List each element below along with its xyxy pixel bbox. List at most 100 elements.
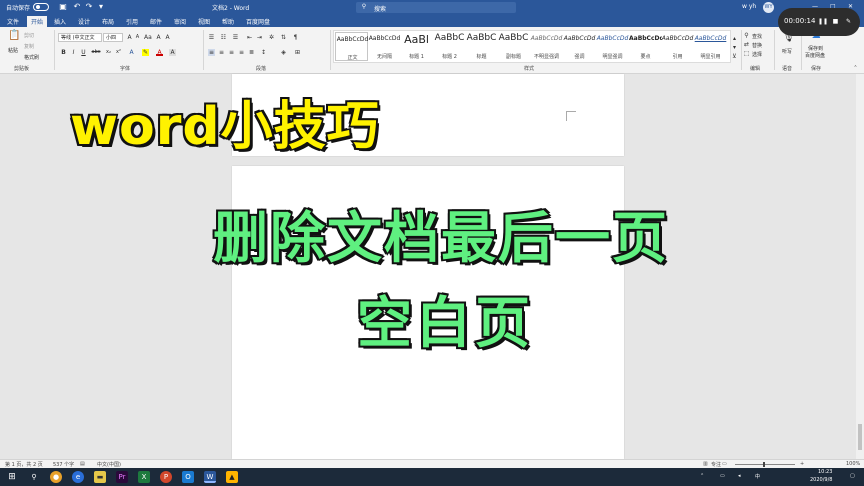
collapse-ribbon-icon[interactable]: ⌃	[852, 65, 859, 72]
undo-icon[interactable]: ↶	[72, 2, 82, 12]
style-no-spacing[interactable]: AaBbCcDd 无间隔	[368, 32, 401, 61]
tab-help[interactable]: 帮助	[222, 17, 234, 26]
edge-icon[interactable]: e	[72, 471, 84, 483]
chinese-layout-icon[interactable]: ✲	[268, 34, 275, 41]
app-icon[interactable]: ▲	[226, 471, 238, 483]
font-name-select[interactable]: 等线 (中文正文	[58, 33, 102, 42]
read-mode-icon[interactable]: ▭	[722, 461, 727, 467]
borders-icon[interactable]: ⊞	[294, 49, 301, 56]
file-explorer-icon[interactable]: ▬	[94, 471, 106, 483]
paste-button[interactable]: 粘贴	[8, 47, 18, 54]
outlook-icon[interactable]: O	[182, 471, 194, 483]
pause-icon[interactable]: ❚❚	[818, 18, 828, 25]
text-effects-icon[interactable]: A	[128, 49, 135, 56]
font-size-select[interactable]: 小四	[103, 33, 123, 42]
input-method-icon[interactable]: 中	[755, 473, 760, 480]
save-to-label[interactable]: 保存到	[808, 45, 823, 52]
zoom-in-icon[interactable]: +	[800, 461, 804, 467]
tab-references[interactable]: 引用	[126, 17, 138, 26]
clock-date[interactable]: 2020/9/8	[810, 477, 832, 483]
italic-button[interactable]: I	[70, 49, 77, 56]
select-button[interactable]: 选择	[752, 51, 762, 58]
cut-button[interactable]: 剪切	[24, 32, 34, 39]
subscript-button[interactable]: x₂	[105, 49, 112, 56]
justify-icon[interactable]: ≡	[238, 49, 245, 56]
zoom-slider-knob[interactable]	[763, 462, 765, 467]
strikethrough-button[interactable]: abc	[90, 49, 102, 56]
styles-scroll-down-icon[interactable]: ▾	[731, 44, 738, 51]
language[interactable]: 中文(中国)	[97, 461, 121, 468]
focus-icon[interactable]: ▥	[703, 461, 708, 467]
style-quote[interactable]: AaBbCcDd 引用	[661, 32, 694, 61]
underline-button[interactable]: U	[80, 49, 87, 56]
baidu-netdisk-button[interactable]: 百度网盘	[805, 52, 825, 59]
redo-icon[interactable]: ↷	[84, 2, 94, 12]
replace-button[interactable]: 替换	[752, 42, 762, 49]
style-emphasis[interactable]: AaBbCcDd 强调	[563, 32, 596, 61]
shrink-font-icon[interactable]: A	[134, 34, 141, 41]
style-heading-2[interactable]: AaBbC 标题 2	[433, 32, 466, 61]
tab-layout[interactable]: 布局	[102, 17, 114, 26]
tab-baidu-netdisk[interactable]: 百度网盘	[246, 17, 270, 26]
clear-format-icon[interactable]: A	[155, 34, 162, 41]
style-title[interactable]: AaBbC 标题	[465, 32, 498, 61]
clock-time[interactable]: 10:23	[818, 469, 832, 475]
zoom-slider[interactable]	[735, 464, 795, 465]
bullets-icon[interactable]: ☰	[208, 34, 215, 41]
focus-mode[interactable]: 专注	[711, 461, 721, 468]
tab-design[interactable]: 设计	[78, 17, 90, 26]
network-icon[interactable]: ▭	[720, 473, 725, 479]
search-icon[interactable]: ⚲	[28, 471, 40, 483]
zoom-level[interactable]: 100%	[846, 461, 860, 467]
multilevel-list-icon[interactable]: ☰	[232, 34, 239, 41]
styles-more-icon[interactable]: ⊻	[731, 53, 738, 60]
excel-icon[interactable]: X	[138, 471, 150, 483]
tab-mailings[interactable]: 邮件	[150, 17, 162, 26]
tray-chevron-icon[interactable]: ⌃	[700, 473, 704, 479]
tab-insert[interactable]: 插入	[54, 17, 66, 26]
style-subtitle[interactable]: AaBbC 副标题	[497, 32, 530, 61]
chevron-down-icon[interactable]: ▾	[96, 2, 106, 12]
word-count[interactable]: 537 个字	[53, 461, 74, 468]
copy-button[interactable]: 复制	[24, 43, 34, 50]
grow-font-icon[interactable]: A	[126, 34, 133, 41]
tab-file[interactable]: 文件	[7, 17, 19, 26]
save-icon[interactable]: ▣	[58, 2, 68, 12]
align-center-icon[interactable]: ≡	[218, 49, 225, 56]
style-intense-quote[interactable]: AaBbCcDd 明显引用	[694, 32, 727, 61]
proofing-icon[interactable]: ▤	[80, 461, 85, 467]
superscript-button[interactable]: x²	[115, 49, 122, 56]
windows-start-icon[interactable]: ⊞	[6, 471, 18, 483]
line-spacing-icon[interactable]: ↕	[260, 49, 267, 56]
powerpoint-icon[interactable]: P	[160, 471, 172, 483]
bold-button[interactable]: B	[60, 49, 67, 56]
sort-icon[interactable]: ⇅	[280, 34, 287, 41]
font-color-icon[interactable]: A	[156, 49, 163, 56]
style-normal[interactable]: AaBbCcDd 正文	[335, 32, 368, 61]
pen-icon[interactable]: ✎	[845, 18, 852, 25]
format-painter-button[interactable]: 格式刷	[24, 54, 39, 61]
search-box[interactable]: ⚲ 搜索	[356, 2, 516, 13]
decrease-indent-icon[interactable]: ⇤	[246, 34, 253, 41]
page-count[interactable]: 第 1 页，共 2 页	[5, 461, 43, 468]
increase-indent-icon[interactable]: ⇥	[256, 34, 263, 41]
tab-view[interactable]: 视图	[198, 17, 210, 26]
style-subtle-emphasis[interactable]: AaBbCcDd 不明显强调	[530, 32, 563, 61]
find-button[interactable]: 查找	[752, 33, 762, 40]
dictate-button[interactable]: 听写	[782, 48, 792, 55]
distributed-icon[interactable]: ≣	[248, 49, 255, 56]
vertical-scrollbar[interactable]	[856, 74, 864, 459]
char-shading-icon[interactable]: A	[169, 49, 176, 56]
paste-icon[interactable]: 📋	[8, 31, 20, 44]
align-right-icon[interactable]: ≡	[228, 49, 235, 56]
autosave-toggle[interactable]	[33, 3, 49, 11]
scrollbar-thumb[interactable]	[858, 424, 862, 450]
highlight-icon[interactable]: ✎	[142, 49, 149, 56]
style-heading-1[interactable]: AaBl 标题 1	[400, 32, 433, 61]
change-case-icon[interactable]: Aa	[144, 34, 152, 41]
numbering-icon[interactable]: ☷	[220, 34, 227, 41]
style-intense-emphasis[interactable]: AaBbCcDd 明显强调	[596, 32, 629, 61]
tab-review[interactable]: 审阅	[174, 17, 186, 26]
volume-icon[interactable]: ◂	[738, 473, 741, 479]
phonetic-icon[interactable]: A	[164, 34, 171, 41]
